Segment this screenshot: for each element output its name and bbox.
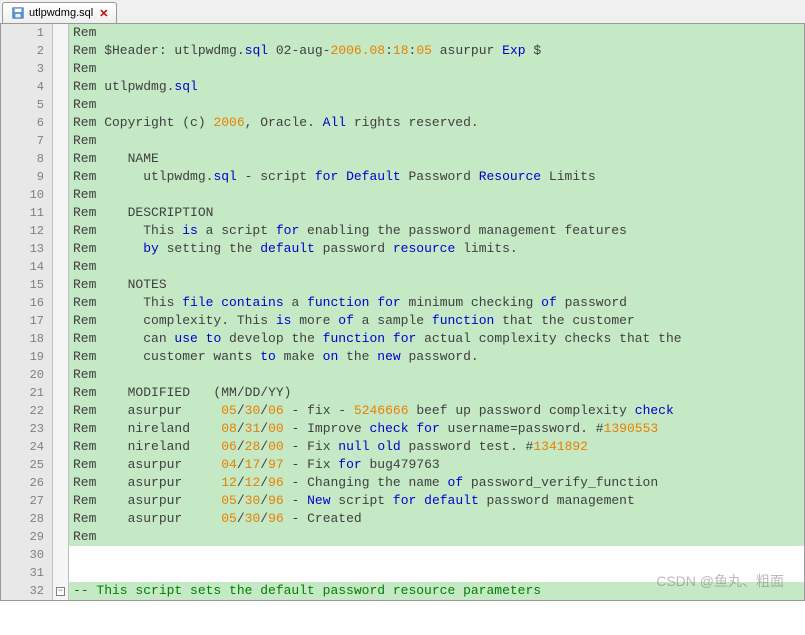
tab-filename: utlpwdmg.sql <box>29 7 93 19</box>
close-icon[interactable]: ✕ <box>99 7 108 20</box>
editor: 1234567891011121314151617181920212223242… <box>0 24 805 601</box>
file-tab[interactable]: utlpwdmg.sql ✕ <box>2 2 117 23</box>
line-numbers: 1234567891011121314151617181920212223242… <box>1 24 53 600</box>
fold-icon[interactable]: − <box>56 587 65 596</box>
code-area[interactable]: Rem Rem $Header: utlpwdmg.sql 02-aug-200… <box>69 24 804 600</box>
fold-column: − <box>53 24 69 600</box>
tab-bar: utlpwdmg.sql ✕ <box>0 0 805 24</box>
file-icon <box>11 6 25 20</box>
